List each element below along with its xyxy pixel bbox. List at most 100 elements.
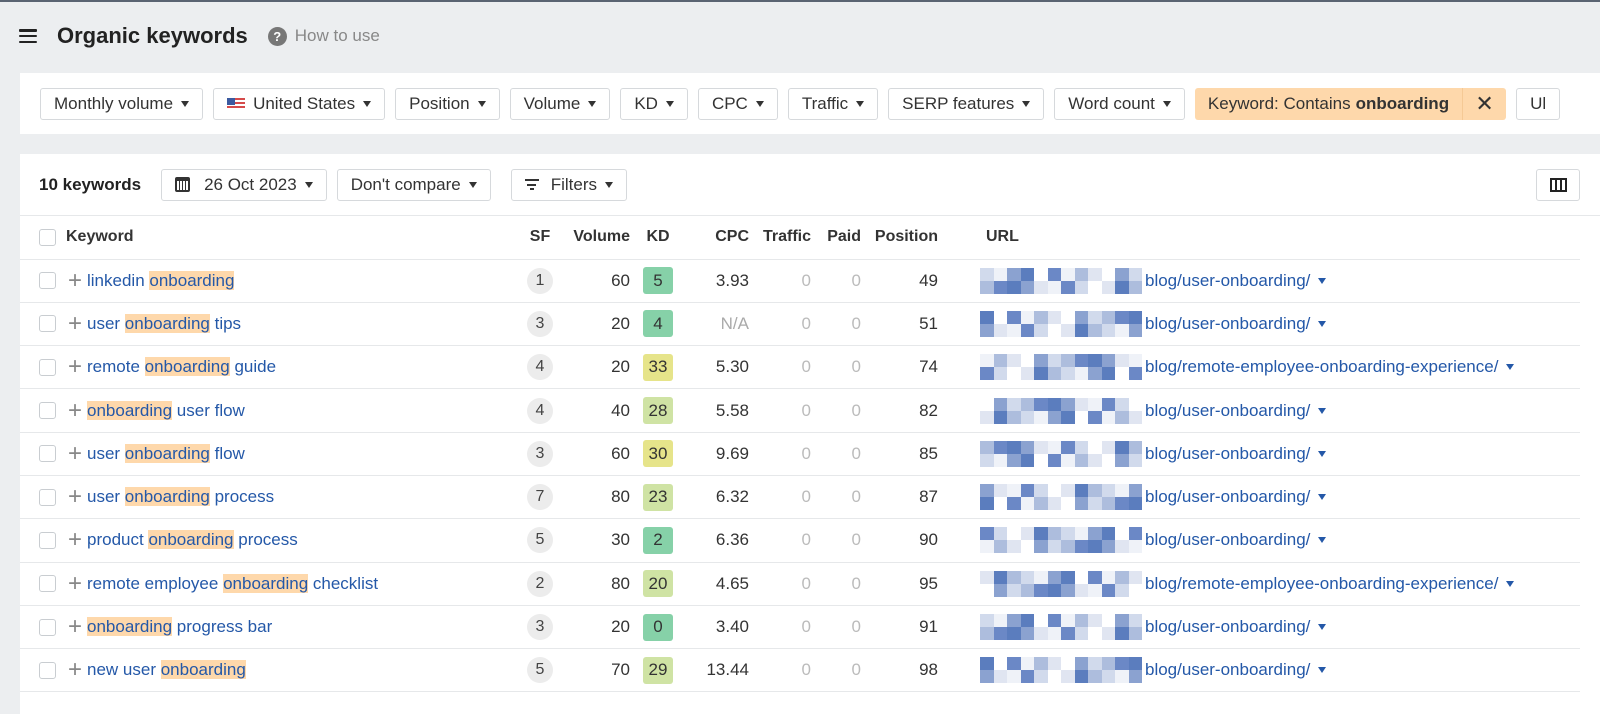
serp-features-badge[interactable]: 3 xyxy=(527,614,553,641)
caret-down-icon[interactable] xyxy=(1318,320,1327,327)
row-checkbox[interactable] xyxy=(39,618,56,636)
cpc-value: 3.93 xyxy=(683,259,755,303)
url-link[interactable]: blog/user-onboarding/ xyxy=(1145,271,1327,291)
keyword-link[interactable]: remote employee onboarding checklist xyxy=(87,573,378,593)
caret-down-icon[interactable] xyxy=(1318,667,1327,674)
url-link[interactable]: blog/user-onboarding/ xyxy=(1145,444,1327,464)
redacted-domain xyxy=(980,440,1145,467)
url-link[interactable]: blog/remote-employee-onboarding-experien… xyxy=(1145,357,1515,377)
add-to-list-icon[interactable]: + xyxy=(68,267,82,294)
column-header-keyword[interactable]: Keyword xyxy=(66,216,482,260)
url-link[interactable]: blog/user-onboarding/ xyxy=(1145,617,1327,637)
caret-down-icon[interactable] xyxy=(1318,450,1327,457)
active-filter-label[interactable]: Keyword: Contains onboarding xyxy=(1195,88,1462,120)
caret-down-icon[interactable] xyxy=(1506,580,1515,587)
filter-serp-features-dropdown[interactable]: SERP features xyxy=(888,87,1045,120)
redacted-domain xyxy=(980,397,1145,424)
close-icon[interactable]: ✕ xyxy=(1462,87,1506,120)
keyword-link[interactable]: new user onboarding xyxy=(87,660,246,680)
url-text: blog/user-onboarding/ xyxy=(1145,400,1311,420)
keyword-link[interactable]: product onboarding process xyxy=(87,530,298,550)
select-all-checkbox[interactable] xyxy=(39,228,56,246)
filter-kd-dropdown[interactable]: KD xyxy=(620,87,688,120)
caret-down-icon[interactable] xyxy=(1506,364,1515,371)
keyword-link[interactable]: onboarding user flow xyxy=(87,400,245,420)
row-checkbox[interactable] xyxy=(39,315,56,333)
keyword-link[interactable]: user onboarding process xyxy=(87,487,274,507)
caret-down-icon[interactable] xyxy=(1318,277,1327,284)
filter-united-states-dropdown[interactable]: United States xyxy=(213,87,386,120)
add-to-list-icon[interactable]: + xyxy=(68,613,82,640)
columns-button[interactable] xyxy=(1536,169,1580,201)
row-checkbox[interactable] xyxy=(39,488,56,506)
caret-down-icon[interactable] xyxy=(1318,624,1327,631)
column-header-cpc[interactable]: CPC xyxy=(683,216,755,260)
column-header-kd[interactable]: KD xyxy=(633,216,683,260)
redacted-domain xyxy=(980,527,1145,554)
filter-cpc-dropdown[interactable]: CPC xyxy=(697,87,778,120)
keyword-link[interactable]: remote onboarding guide xyxy=(87,357,276,377)
url-link[interactable]: blog/user-onboarding/ xyxy=(1145,400,1327,421)
filter-word-count-dropdown[interactable]: Word count xyxy=(1054,87,1185,120)
column-header-paid[interactable]: Paid xyxy=(817,216,866,260)
add-to-list-icon[interactable]: + xyxy=(68,526,82,553)
date-picker-button[interactable]: 26 Oct 2023 xyxy=(161,168,327,201)
serp-features-badge[interactable]: 3 xyxy=(527,440,553,467)
add-to-list-icon[interactable]: + xyxy=(68,656,82,683)
url-text: blog/remote-employee-onboarding-experien… xyxy=(1145,573,1499,593)
add-to-list-icon[interactable]: + xyxy=(68,570,82,597)
filter-position-dropdown[interactable]: Position xyxy=(395,87,500,120)
add-to-list-icon[interactable]: + xyxy=(68,483,82,510)
serp-features-badge[interactable]: 4 xyxy=(527,354,553,381)
add-to-list-icon[interactable]: + xyxy=(68,440,82,467)
url-link[interactable]: blog/user-onboarding/ xyxy=(1145,314,1327,334)
keyword-prefix: user xyxy=(87,487,125,507)
keyword-link[interactable]: user onboarding tips xyxy=(87,313,241,333)
serp-features-badge[interactable]: 3 xyxy=(527,310,553,337)
row-checkbox[interactable] xyxy=(39,445,56,463)
keywords-table: Keyword SF Volume KD CPC Traffic Paid Po… xyxy=(20,216,1580,693)
url-link[interactable]: blog/user-onboarding/ xyxy=(1145,660,1327,680)
serp-features-badge[interactable]: 7 xyxy=(527,484,553,511)
add-to-list-icon[interactable]: + xyxy=(68,353,82,380)
row-checkbox[interactable] xyxy=(39,272,56,290)
filters-button[interactable]: Filters xyxy=(510,168,627,201)
column-header-url[interactable]: URL xyxy=(943,216,1580,260)
serp-features-badge[interactable]: 1 xyxy=(527,267,553,294)
url-link[interactable]: blog/user-onboarding/ xyxy=(1145,530,1327,550)
menu-icon[interactable] xyxy=(19,29,37,43)
serp-features-badge[interactable]: 5 xyxy=(527,527,553,554)
column-header-volume[interactable]: Volume xyxy=(565,216,633,260)
filter-traffic-dropdown[interactable]: Traffic xyxy=(787,87,879,120)
keyword-highlight: onboarding xyxy=(124,487,210,507)
row-checkbox[interactable] xyxy=(39,358,56,376)
row-checkbox[interactable] xyxy=(39,575,56,593)
column-header-sf[interactable]: SF xyxy=(515,216,565,260)
how-to-use-link[interactable]: ? How to use xyxy=(267,26,380,46)
row-checkbox[interactable] xyxy=(39,402,56,420)
active-keyword-filter[interactable]: Keyword: Contains onboarding ✕ xyxy=(1194,87,1507,120)
caret-down-icon[interactable] xyxy=(1318,537,1327,544)
table-row: + user onboarding flow 3 60 30 9.69 0 0 85 blog/u… xyxy=(20,432,1580,476)
column-header-traffic[interactable]: Traffic xyxy=(755,216,817,260)
caret-down-icon[interactable] xyxy=(1318,494,1327,501)
add-to-list-icon[interactable]: + xyxy=(68,397,82,424)
url-link[interactable]: blog/remote-employee-onboarding-experien… xyxy=(1145,573,1515,594)
keyword-link[interactable]: linkedin onboarding xyxy=(87,270,235,290)
serp-features-badge[interactable]: 4 xyxy=(527,397,553,424)
caret-down-icon[interactable] xyxy=(1318,407,1327,414)
keyword-link[interactable]: user onboarding flow xyxy=(87,443,245,463)
row-checkbox[interactable] xyxy=(39,661,56,679)
serp-features-badge[interactable]: 2 xyxy=(527,570,553,597)
serp-features-badge[interactable]: 5 xyxy=(527,657,553,684)
filter-overflow-dropdown[interactable]: Ul xyxy=(1516,87,1561,120)
compare-dropdown[interactable]: Don't compare xyxy=(336,168,491,201)
cpc-value: 9.69 xyxy=(683,432,755,476)
keyword-link[interactable]: onboarding progress bar xyxy=(87,617,272,637)
filter-monthly-volume-dropdown[interactable]: Monthly volume xyxy=(40,87,204,120)
row-checkbox[interactable] xyxy=(39,531,56,549)
filter-volume-dropdown[interactable]: Volume xyxy=(509,87,611,120)
add-to-list-icon[interactable]: + xyxy=(68,310,82,337)
url-link[interactable]: blog/user-onboarding/ xyxy=(1145,487,1327,507)
column-header-position[interactable]: Position xyxy=(866,216,943,260)
